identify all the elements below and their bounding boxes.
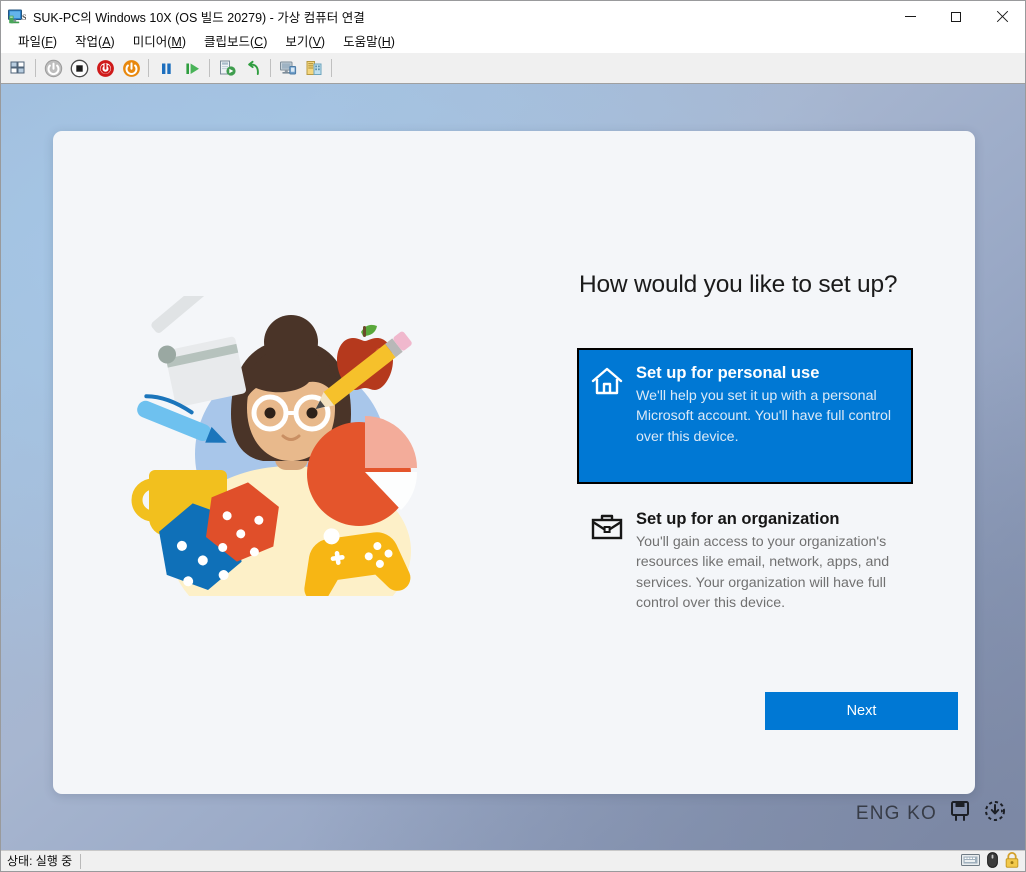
option-organization[interactable]: Set up for an organization You'll gain a…: [577, 494, 913, 674]
toolbar-separator-2: [148, 59, 149, 77]
checkpoint-icon: [220, 60, 236, 76]
virtual-machine-connection-window: S SUK-PC의 Windows 10X (OS 빌드 20279) - 가상…: [0, 0, 1026, 872]
revert-icon: [247, 60, 259, 75]
next-button[interactable]: Next: [765, 692, 958, 730]
toolbar-separator-5: [331, 59, 332, 77]
home-icon: [591, 363, 631, 401]
menu-mnemonic-media: M: [171, 35, 182, 49]
briefcase-icon: [591, 509, 631, 547]
ime-mode-icon[interactable]: [949, 799, 971, 828]
toolbar-button-start[interactable]: [119, 56, 143, 80]
option-organization-description: You'll gain access to your organization'…: [636, 533, 890, 612]
settings-icon: [306, 61, 322, 75]
toolbar-button-revert[interactable]: [241, 56, 265, 80]
status-bar: 상태: 실행 중: [1, 850, 1025, 871]
option-organization-title: Set up for an organization: [636, 510, 840, 528]
menu-label-media: 미디어: [132, 35, 168, 49]
toolbar-button-settings[interactable]: [302, 56, 326, 80]
menu-mnemonic-file: F: [45, 35, 53, 49]
option-organization-body: Set up for an organization You'll gain a…: [631, 509, 899, 614]
virtual-machine-connection-icon: S: [8, 9, 27, 25]
vm-viewport[interactable]: How would you like to set up? Set up for…: [1, 84, 1025, 850]
menu-bar: 파일(F) 작업(A) 미디어(M) 클립보드(C) 보기(V) 도움말(H): [1, 32, 1025, 53]
menu-item-action[interactable]: 작업(A): [66, 32, 124, 53]
menu-label-file: 파일: [18, 35, 42, 49]
menu-mnemonic-help: H: [381, 35, 391, 49]
window-title: SUK-PC의 Windows 10X (OS 빌드 20279) - 가상 컴…: [33, 11, 365, 25]
toolbar-button-pause[interactable]: [154, 56, 178, 80]
menu-mnemonic-action: A: [102, 35, 111, 49]
close-button[interactable]: [979, 1, 1025, 32]
window-controls: [887, 1, 1025, 32]
minimize-icon: [904, 16, 916, 17]
oobe-card: How would you like to set up? Set up for…: [53, 131, 975, 794]
turn-off-icon: [70, 59, 88, 77]
title-bar: S SUK-PC의 Windows 10X (OS 빌드 20279) - 가상…: [1, 1, 1025, 32]
language-indicator[interactable]: ENG KO: [856, 803, 937, 825]
page-title: How would you like to set up?: [579, 271, 898, 298]
close-icon: [996, 11, 1008, 23]
menu-item-file[interactable]: 파일(F): [9, 32, 66, 53]
toolbar-button-enhanced-session[interactable]: [276, 56, 300, 80]
shutdown-icon: [44, 59, 62, 77]
menu-label-action: 작업: [75, 35, 99, 49]
toolbar-button-reset[interactable]: [93, 56, 117, 80]
pause-icon: [161, 63, 171, 74]
ctrl-alt-delete-icon: [10, 61, 25, 74]
menu-label-help: 도움말: [343, 35, 378, 49]
toolbar-separator-1: [35, 59, 36, 77]
option-personal-use-title: Set up for personal use: [636, 364, 820, 382]
accessibility-icon[interactable]: [983, 799, 1007, 828]
keyboard-icon: [961, 853, 980, 870]
option-personal-use[interactable]: Set up for personal use We'll help you s…: [577, 348, 913, 484]
oobe-tray: ENG KO: [856, 799, 1007, 828]
maximize-button[interactable]: [933, 1, 979, 32]
toolbar-button-resume[interactable]: [180, 56, 204, 80]
menu-item-media[interactable]: 미디어(M): [124, 32, 195, 53]
svg-text:S: S: [22, 13, 26, 22]
toolbar-button-checkpoint[interactable]: [215, 56, 239, 80]
toolbar-button-turn-off[interactable]: [67, 56, 91, 80]
status-bar-icons: [961, 851, 1019, 872]
toolbar-separator-3: [209, 59, 210, 77]
menu-item-help[interactable]: 도움말(H): [334, 32, 404, 53]
menu-label-clipboard: 클립보드: [203, 35, 250, 49]
toolbar-button-shutdown[interactable]: [41, 56, 65, 80]
menu-item-clipboard[interactable]: 클립보드(C): [195, 32, 276, 53]
menu-label-view: 보기: [285, 35, 309, 49]
status-text: 상태: 실행 중: [7, 853, 73, 868]
toolbar-button-ctrl-alt-delete[interactable]: [6, 56, 30, 80]
oobe-right-pane: How would you like to set up? Set up for…: [577, 131, 958, 794]
lock-icon: [1005, 852, 1019, 871]
reset-icon: [96, 59, 114, 77]
menu-mnemonic-view: V: [312, 35, 321, 49]
minimize-button[interactable]: [887, 1, 933, 32]
menu-mnemonic-clipboard: C: [254, 35, 264, 49]
start-icon: [122, 59, 140, 77]
mouse-icon: [987, 852, 998, 871]
maximize-icon: [951, 11, 961, 22]
resume-icon: [185, 63, 199, 74]
toolbar-separator-4: [270, 59, 271, 77]
personal-setup-illustration: [123, 282, 453, 636]
status-divider: [80, 853, 82, 869]
menu-item-view[interactable]: 보기(V): [276, 32, 334, 53]
enhanced-session-icon: [280, 61, 297, 75]
option-personal-use-description: We'll help you set it up with a personal…: [636, 387, 892, 445]
option-personal-use-body: Set up for personal use We'll help you s…: [631, 363, 899, 447]
toolbar: [1, 53, 1025, 84]
